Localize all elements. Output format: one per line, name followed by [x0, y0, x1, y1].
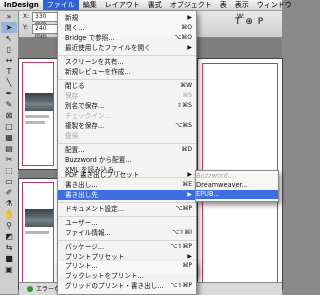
- menu-item-share-screen[interactable]: スクリーンを共有...: [58, 57, 196, 67]
- y-label: Y:: [23, 24, 28, 31]
- menu-object[interactable]: オブジェクト: [166, 0, 216, 10]
- text-frame[interactable]: [25, 231, 49, 234]
- menu-item-new[interactable]: 新規 ▶: [58, 13, 196, 23]
- menu-item-open-recent[interactable]: 最近使用したファイルを開く ▶: [58, 43, 196, 53]
- menu-item-place[interactable]: 配置... ⌘D: [58, 145, 196, 155]
- eyedropper-tool-icon[interactable]: ⚗: [1, 198, 17, 209]
- menu-view[interactable]: 表示: [231, 0, 253, 10]
- menu-separator: [58, 216, 196, 217]
- menu-separator: [58, 240, 196, 241]
- menu-separator: [58, 55, 196, 56]
- menu-item-new-review[interactable]: 新規レビューを作成...: [58, 67, 196, 77]
- apply-color-icon[interactable]: ■: [1, 253, 17, 264]
- menu-separator: [58, 143, 196, 144]
- menu-item-pdf-export-presets[interactable]: PDF 書き出しプリセット ▶: [58, 170, 196, 180]
- menu-item-place-from-buzzword[interactable]: Buzzword から配置...: [58, 155, 196, 165]
- hand-tool-icon[interactable]: ✋: [1, 209, 17, 220]
- page-left-bottom[interactable]: [18, 178, 58, 290]
- preflight-ok-icon: [27, 286, 33, 292]
- submenu-item-buzzword[interactable]: Buzzword...: [196, 172, 278, 181]
- menu-item-save-as[interactable]: 別名で保存... ⇧⌘S: [58, 101, 196, 111]
- tools-panel: » ➤ ↖ ▯ ↔ T ╲ ✒ ✎ ⊠ □ ▦ ▤ ✂ ⬚ ▭ ✐ ⚗ ✋ ⚲ …: [0, 11, 19, 294]
- collapse-arrows-icon[interactable]: »: [1, 11, 17, 22]
- menu-item-close[interactable]: 閉じる ⌘W: [58, 81, 196, 91]
- scissors-tool-icon[interactable]: ✂: [1, 154, 17, 165]
- note-tool-icon[interactable]: ✐: [1, 187, 17, 198]
- menu-item-revert[interactable]: 復帰: [58, 131, 196, 141]
- menu-layout[interactable]: レイアウト: [101, 0, 144, 10]
- free-transform-tool-icon[interactable]: ⬚: [1, 165, 17, 176]
- menu-item-package[interactable]: パッケージ... ⌥⇧⌘P: [58, 242, 196, 252]
- pen-tool-icon[interactable]: ✒: [1, 88, 17, 99]
- rectangle-frame-tool-icon[interactable]: ⊠: [1, 110, 17, 121]
- menu-item-user[interactable]: ユーザー...: [58, 218, 196, 228]
- text-frame[interactable]: [25, 121, 45, 124]
- menu-item-file-info[interactable]: ファイル情報... ⌥⇧⌘I: [58, 228, 196, 238]
- menu-item-export-for[interactable]: 書き出し先 ▶: [58, 190, 196, 200]
- page-tool-icon[interactable]: ▯: [1, 44, 17, 55]
- gradient-tool-icon[interactable]: ▭: [1, 176, 17, 187]
- menu-edit[interactable]: 編集: [79, 0, 101, 10]
- menu-window[interactable]: ウィンドウ: [253, 0, 296, 10]
- rectangle-tool-icon[interactable]: □: [1, 121, 17, 132]
- frame-grid-tool-icon[interactable]: ▦: [1, 132, 17, 143]
- control-right-icons[interactable]: T ⊕ P: [235, 17, 264, 27]
- page-left-top[interactable]: [18, 58, 58, 170]
- gap-tool-icon[interactable]: ↔: [1, 55, 17, 66]
- file-menu-bottom: プリント... ⌘P ブックレットをプリント... グリッドのプリント・書き出し.…: [57, 261, 197, 295]
- menu-indesign[interactable]: InDesign: [0, 0, 43, 10]
- menu-item-print[interactable]: プリント... ⌘P: [58, 261, 196, 271]
- view-mode-icon[interactable]: ▣: [1, 264, 17, 275]
- selection-tool-icon[interactable]: ➤: [1, 22, 17, 33]
- line-tool-icon[interactable]: ╲: [1, 77, 17, 88]
- type-tool-icon[interactable]: T: [1, 66, 17, 77]
- direct-selection-tool-icon[interactable]: ↖: [1, 33, 17, 44]
- menu-item-export[interactable]: 書き出し... ⌘E: [58, 180, 196, 190]
- submenu-item-epub[interactable]: EPUB...: [196, 190, 278, 199]
- menu-item-browse-in-bridge[interactable]: Bridge で参照... ⌥⌘O: [58, 33, 196, 43]
- margin-guide: [22, 182, 54, 286]
- page-photo[interactable]: [25, 93, 53, 111]
- menu-type[interactable]: 書式: [144, 0, 166, 10]
- menu-separator: [58, 202, 196, 203]
- table-tool-icon[interactable]: ▤: [1, 143, 17, 154]
- menu-item-save[interactable]: 保存 ⌘S: [58, 91, 196, 101]
- menu-item-open[interactable]: 開く... ⌘O: [58, 23, 196, 33]
- x-label: X:: [23, 13, 30, 20]
- fill-stroke-icon[interactable]: ◩: [1, 231, 17, 242]
- menu-item-grid-print-export[interactable]: グリッドのプリント・書き出し... ⌥⇧⌘P: [58, 281, 196, 291]
- menu-item-print-booklet[interactable]: ブックレットをプリント...: [58, 271, 196, 281]
- page-photo[interactable]: [25, 209, 53, 227]
- swap-colors-icon[interactable]: ⇆: [1, 242, 17, 253]
- text-frame[interactable]: [25, 115, 49, 118]
- margin-guide: [22, 62, 54, 166]
- pencil-tool-icon[interactable]: ✎: [1, 99, 17, 110]
- y-field[interactable]: 240 mm: [32, 24, 60, 40]
- menu-file[interactable]: ファイル: [42, 0, 79, 10]
- export-for-submenu: Buzzword... Dreamweaver... EPUB...: [195, 170, 279, 202]
- file-menu: 新規 ▶ 開く... ⌘O Bridge で参照... ⌥⌘O 最近使用したファイルを…: [57, 10, 197, 276]
- menu-item-document-setup[interactable]: ドキュメント設定... ⌥⌘P: [58, 204, 196, 214]
- menu-item-check-in[interactable]: チェックイン...: [58, 111, 196, 121]
- submenu-item-dreamweaver[interactable]: Dreamweaver...: [196, 181, 278, 190]
- menu-item-save-copy[interactable]: 複製を保存... ⌥⌘S: [58, 121, 196, 131]
- menu-table[interactable]: 表: [216, 0, 231, 10]
- zoom-tool-icon[interactable]: ⚲: [1, 220, 17, 231]
- x-field[interactable]: 330 mm: [32, 12, 60, 28]
- menu-separator: [58, 79, 196, 80]
